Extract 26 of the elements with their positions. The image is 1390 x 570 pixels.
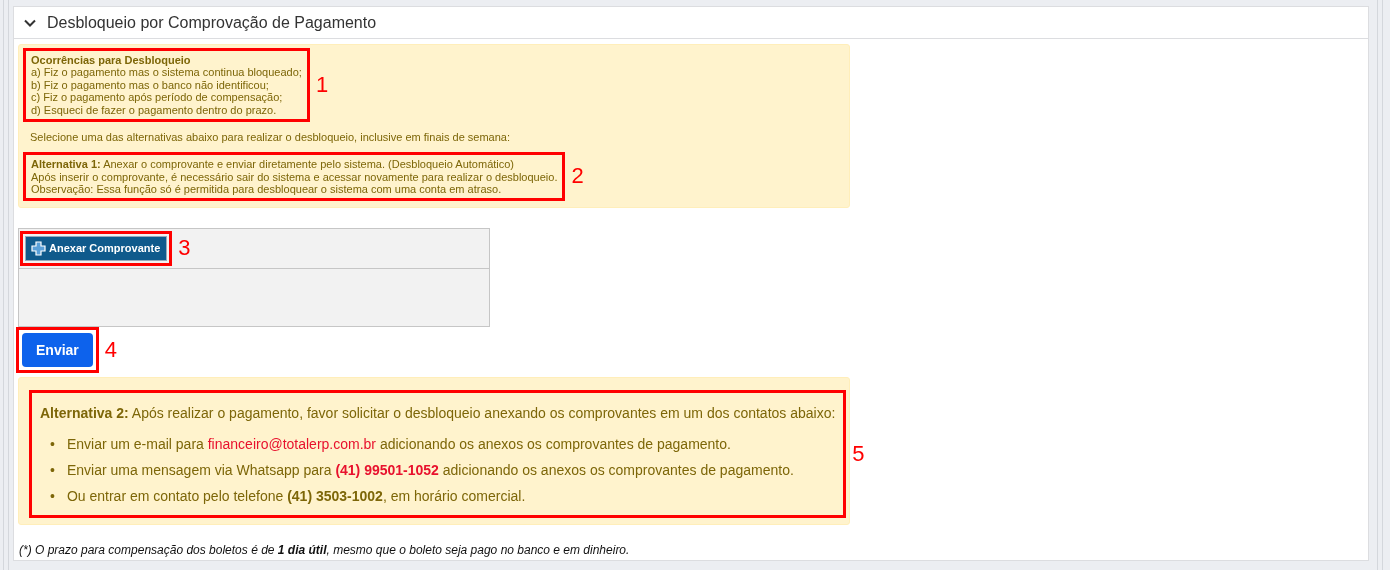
bullet: • <box>50 486 55 505</box>
footnote: (*) O prazo para compensação dos boletos é de 1 dia útil, mesmo que o boleto seja pago no banco e em dinheiro. <box>18 542 631 557</box>
annotation-number: 1 <box>315 78 329 92</box>
alternative-text: Após inserir o comprovante, é necessário sair do sistema e acessar novamente para realizar o desbloqueio. <box>31 170 558 184</box>
plus-icon <box>31 240 46 256</box>
alternative-text: Alternativa 2: Após realizar o pagamento, favor solicitar o desbloqueio anexando os comprovantes em um dos contatos abaixo: <box>40 403 836 423</box>
notice-heading: Ocorrências para Desbloqueio <box>31 54 192 67</box>
annotation-number: 3 <box>178 235 191 262</box>
contact-item: Enviar um e-mail para financeiro@totalerp.com.br adicionando os anexos os comprovantes de pagamento. <box>66 434 731 453</box>
annotation-number: 4 <box>104 336 118 363</box>
alternative-text: Alternativa 1: Anexar o comprovante e enviar diretamente pelo sistema. (Desbloqueio Automático) <box>31 158 516 171</box>
panel-title[interactable]: Desbloqueio por Comprovação de Pagamento <box>47 13 377 32</box>
bullet: • <box>50 460 55 479</box>
alternative-text: Observação: Essa função só é permitida para desbloquear o sistema com uma conta em atraso. <box>31 183 503 196</box>
contact-item: Enviar uma mensagem via Whatsapp para (41) 99501-1052 adicionando os anexos os comprovantes de pagamento. <box>66 460 794 479</box>
annotation-number: 5 <box>852 440 865 467</box>
contact-item: Ou entrar em contato pelo telefone (41) 3503-1002, em horário comercial. <box>66 486 526 505</box>
occurrence-item: b) Fiz o pagamento mas o banco não identificou; <box>31 78 270 92</box>
annotation-number: 2 <box>571 170 584 183</box>
bullet: • <box>50 434 55 453</box>
occurrence-item: c) Fiz o pagamento após período de compensação; <box>31 91 284 104</box>
occurrence-item: d) Esqueci de fazer o pagamento dentro do prazo. <box>31 103 278 117</box>
occurrence-item: a) Fiz o pagamento mas o sistema continua bloqueado; <box>31 66 302 79</box>
notice-prompt: Selecione uma das alternativas abaixo para realizar o desbloqueio, inclusive em finais de semana: <box>29 130 511 146</box>
submit-button[interactable]: Enviar <box>22 332 93 367</box>
attach-button[interactable]: Anexar Comprovante <box>25 235 168 261</box>
